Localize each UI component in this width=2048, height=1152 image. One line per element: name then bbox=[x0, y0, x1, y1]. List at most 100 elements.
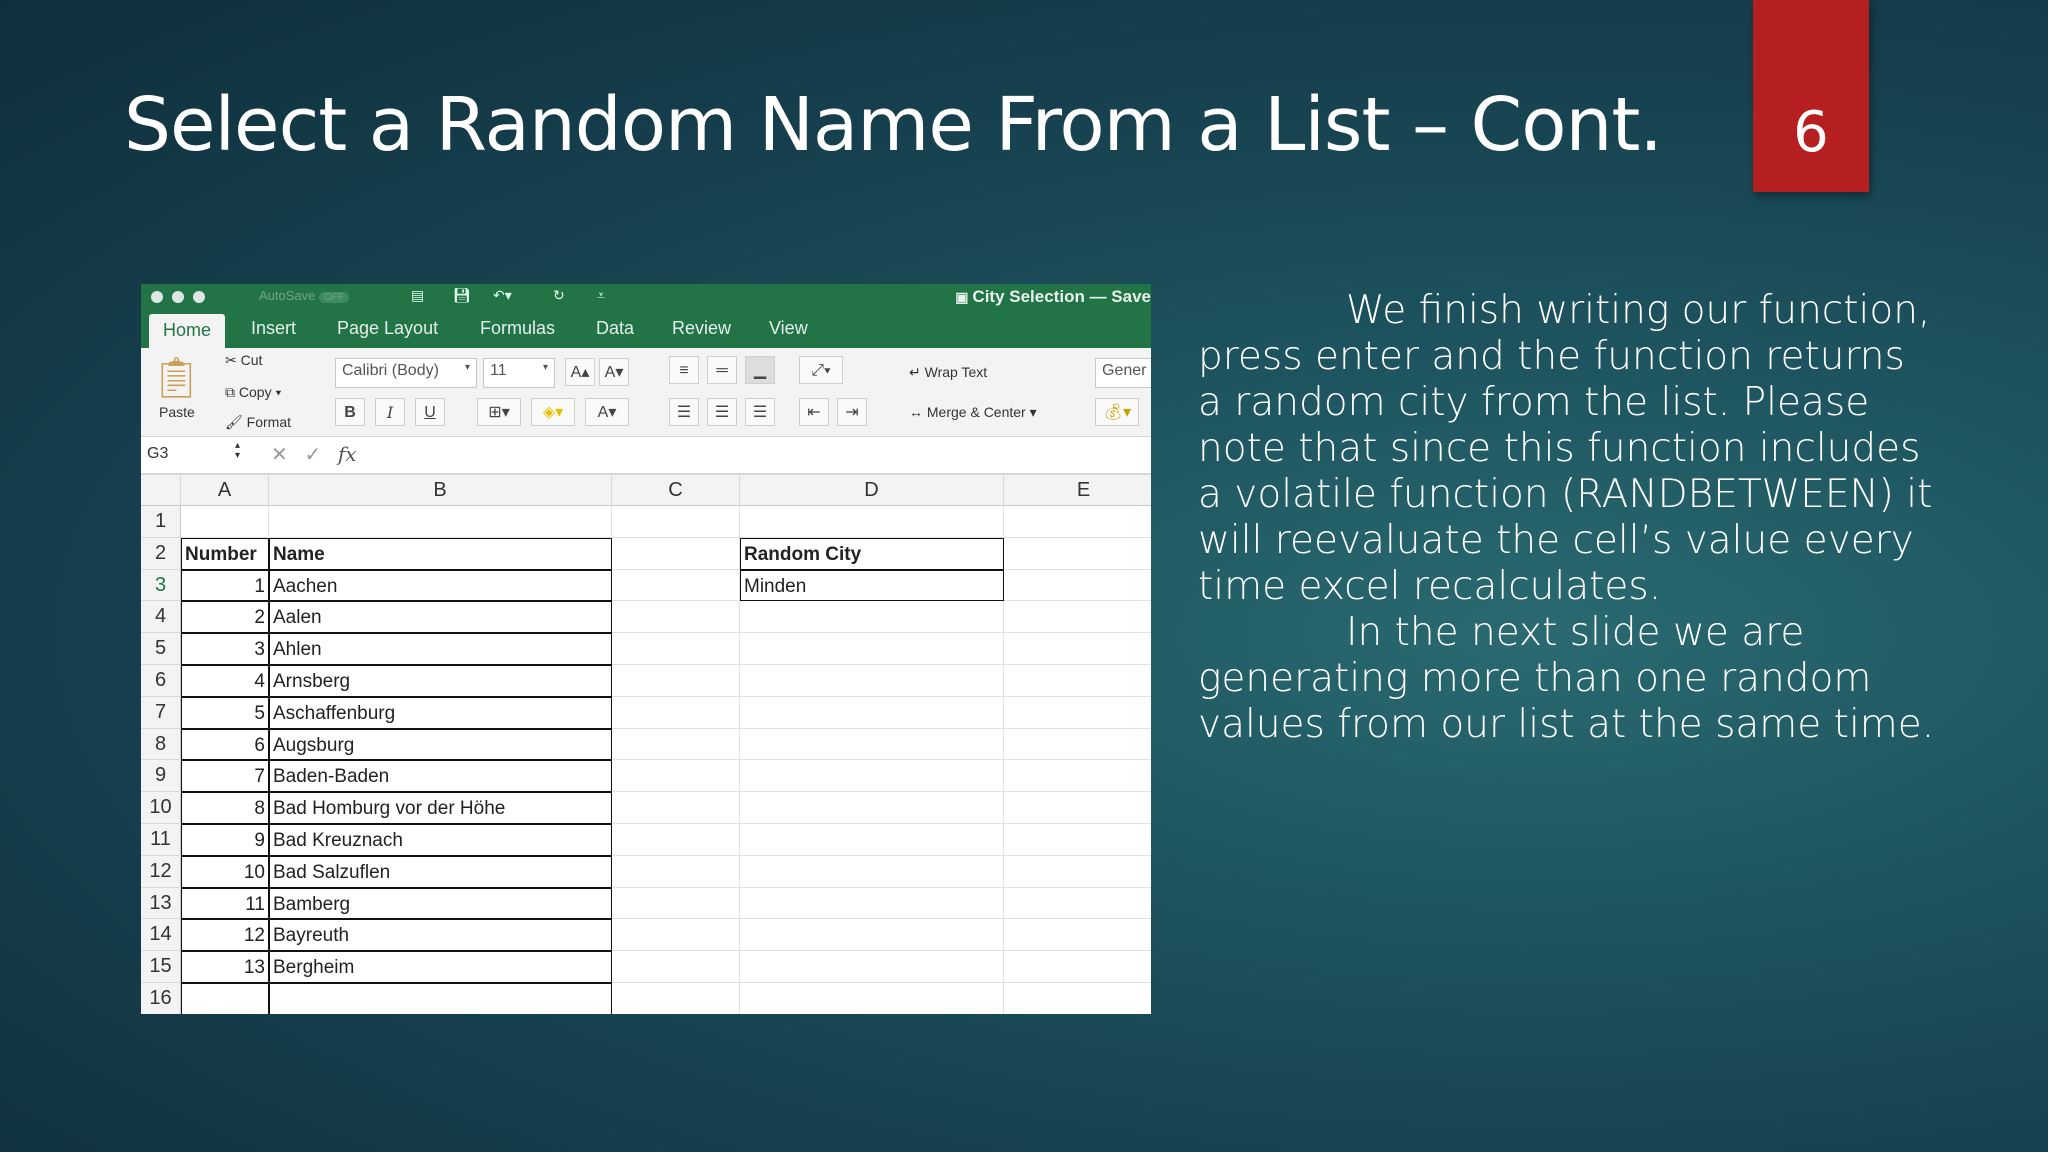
cell-E8[interactable] bbox=[1004, 729, 1151, 761]
cell-E6[interactable] bbox=[1004, 665, 1151, 697]
undo-icon[interactable]: ↶▾ bbox=[493, 287, 512, 304]
cell-E1[interactable] bbox=[1004, 506, 1151, 538]
align-right-icon[interactable]: ☰ bbox=[745, 398, 775, 426]
cell-C2[interactable] bbox=[612, 537, 740, 570]
autosave-toggle[interactable]: AutoSave OFF bbox=[259, 288, 349, 303]
cell-C6[interactable] bbox=[612, 665, 740, 697]
cell-A1[interactable] bbox=[181, 506, 269, 538]
cell-D10[interactable] bbox=[740, 792, 1004, 824]
cell-D9[interactable] bbox=[740, 760, 1004, 793]
cell-C14[interactable] bbox=[612, 919, 740, 952]
cell-C5[interactable] bbox=[612, 633, 740, 665]
cell-C13[interactable] bbox=[612, 887, 740, 920]
cell-C4[interactable] bbox=[612, 601, 740, 634]
cell-A8[interactable]: 6 bbox=[181, 728, 269, 761]
font-name-select[interactable]: Calibri (Body) ▾ bbox=[335, 358, 477, 388]
cell-A11[interactable]: 9 bbox=[181, 824, 269, 856]
cell-A16[interactable] bbox=[181, 983, 269, 1014]
row-header-11[interactable]: 11 bbox=[141, 824, 181, 856]
row-header-15[interactable]: 15 bbox=[141, 951, 181, 983]
cell-A2[interactable]: Number bbox=[181, 537, 269, 570]
borders-icon[interactable]: ⊞▾ bbox=[477, 398, 521, 426]
cell-C3[interactable] bbox=[612, 569, 740, 602]
cell-E16[interactable] bbox=[1004, 983, 1151, 1014]
cut-button[interactable]: ✂ Cut bbox=[225, 352, 262, 369]
row-header-3[interactable]: 3 bbox=[141, 569, 181, 602]
select-all-corner[interactable] bbox=[141, 475, 181, 506]
row-header-16[interactable]: 16 bbox=[141, 983, 181, 1014]
tab-view[interactable]: View bbox=[769, 318, 808, 339]
decrease-indent-icon[interactable]: ⇤ bbox=[799, 398, 829, 426]
save-icon[interactable]: 💾︎ bbox=[453, 287, 471, 304]
column-header-a[interactable]: A bbox=[181, 475, 269, 506]
row-header-13[interactable]: 13 bbox=[141, 887, 181, 920]
cell-E4[interactable] bbox=[1004, 601, 1151, 634]
redo-icon[interactable]: ↻ bbox=[553, 287, 565, 304]
cell-A7[interactable]: 5 bbox=[181, 696, 269, 729]
row-header-9[interactable]: 9 bbox=[141, 760, 181, 793]
cell-A3[interactable]: 1 bbox=[181, 569, 269, 602]
row-header-6[interactable]: 6 bbox=[141, 665, 181, 697]
orientation-icon[interactable]: ⤢▾ bbox=[799, 356, 843, 384]
cell-D11[interactable] bbox=[740, 824, 1004, 856]
increase-font-icon[interactable]: A▴ bbox=[565, 358, 595, 386]
cell-C7[interactable] bbox=[612, 696, 740, 729]
customize-toolbar-icon[interactable]: ⩡ bbox=[597, 287, 605, 304]
cell-B14[interactable]: Bayreuth bbox=[269, 919, 612, 952]
cell-E10[interactable] bbox=[1004, 792, 1151, 824]
row-header-8[interactable]: 8 bbox=[141, 728, 181, 761]
decrease-font-icon[interactable]: A▾ bbox=[599, 358, 629, 386]
cell-D6[interactable] bbox=[740, 665, 1004, 697]
format-painter-button[interactable]: 🖌︎ Format bbox=[225, 414, 291, 431]
cell-B8[interactable]: Augsburg bbox=[269, 728, 612, 761]
cell-D7[interactable] bbox=[740, 696, 1004, 729]
bold-button[interactable]: B bbox=[335, 398, 365, 426]
cell-D13[interactable] bbox=[740, 887, 1004, 920]
cell-E14[interactable] bbox=[1004, 919, 1151, 952]
font-size-select[interactable]: 11 ▾ bbox=[483, 358, 555, 388]
cell-A6[interactable]: 4 bbox=[181, 665, 269, 697]
row-header-5[interactable]: 5 bbox=[141, 633, 181, 665]
paste-icon[interactable]: 📋︎ bbox=[151, 354, 202, 401]
row-header-7[interactable]: 7 bbox=[141, 696, 181, 729]
tab-data[interactable]: Data bbox=[596, 318, 634, 339]
tab-formulas[interactable]: Formulas bbox=[480, 318, 555, 339]
tab-page-layout[interactable]: Page Layout bbox=[337, 318, 438, 339]
cell-A5[interactable]: 3 bbox=[181, 633, 269, 665]
cell-E9[interactable] bbox=[1004, 760, 1151, 793]
merge-center-button[interactable]: ↔ Merge & Center ▾ bbox=[909, 404, 1037, 421]
cell-C8[interactable] bbox=[612, 728, 740, 761]
cell-B13[interactable]: Bamberg bbox=[269, 887, 612, 920]
cell-A12[interactable]: 10 bbox=[181, 855, 269, 888]
cell-D8[interactable] bbox=[740, 728, 1004, 761]
cell-B3[interactable]: Aachen bbox=[269, 569, 612, 602]
cell-E12[interactable] bbox=[1004, 856, 1151, 888]
cell-B7[interactable]: Aschaffenburg bbox=[269, 696, 612, 729]
increase-indent-icon[interactable]: ⇥ bbox=[837, 398, 867, 426]
cell-A13[interactable]: 11 bbox=[181, 887, 269, 920]
cell-E3[interactable] bbox=[1004, 570, 1151, 602]
row-header-1[interactable]: 1 bbox=[141, 506, 181, 538]
cell-E11[interactable] bbox=[1004, 824, 1151, 856]
cell-E2[interactable] bbox=[1004, 538, 1151, 570]
cell-B11[interactable]: Bad Kreuznach bbox=[269, 824, 612, 856]
cell-C16[interactable] bbox=[612, 983, 740, 1014]
cell-B6[interactable]: Arnsberg bbox=[269, 665, 612, 697]
tab-home[interactable]: Home bbox=[149, 314, 226, 351]
row-header-14[interactable]: 14 bbox=[141, 919, 181, 952]
align-middle-icon[interactable]: ═ bbox=[707, 356, 737, 384]
name-box[interactable]: G3 ▴ ▾ bbox=[147, 441, 240, 463]
cell-D12[interactable] bbox=[740, 855, 1004, 888]
cell-B10[interactable]: Bad Homburg vor der Höhe bbox=[269, 792, 612, 824]
function-icon[interactable]: fx bbox=[338, 442, 357, 466]
cell-B1[interactable] bbox=[269, 506, 612, 538]
row-header-4[interactable]: 4 bbox=[141, 601, 181, 634]
cell-D14[interactable] bbox=[740, 919, 1004, 952]
cell-C9[interactable] bbox=[612, 760, 740, 793]
row-header-10[interactable]: 10 bbox=[141, 792, 181, 824]
cell-B15[interactable]: Bergheim bbox=[269, 951, 612, 983]
cell-E7[interactable] bbox=[1004, 697, 1151, 729]
copy-button[interactable]: ⧉ Copy ▾ bbox=[225, 384, 281, 401]
cell-A9[interactable]: 7 bbox=[181, 760, 269, 793]
cell-D3[interactable]: Minden bbox=[740, 569, 1004, 602]
